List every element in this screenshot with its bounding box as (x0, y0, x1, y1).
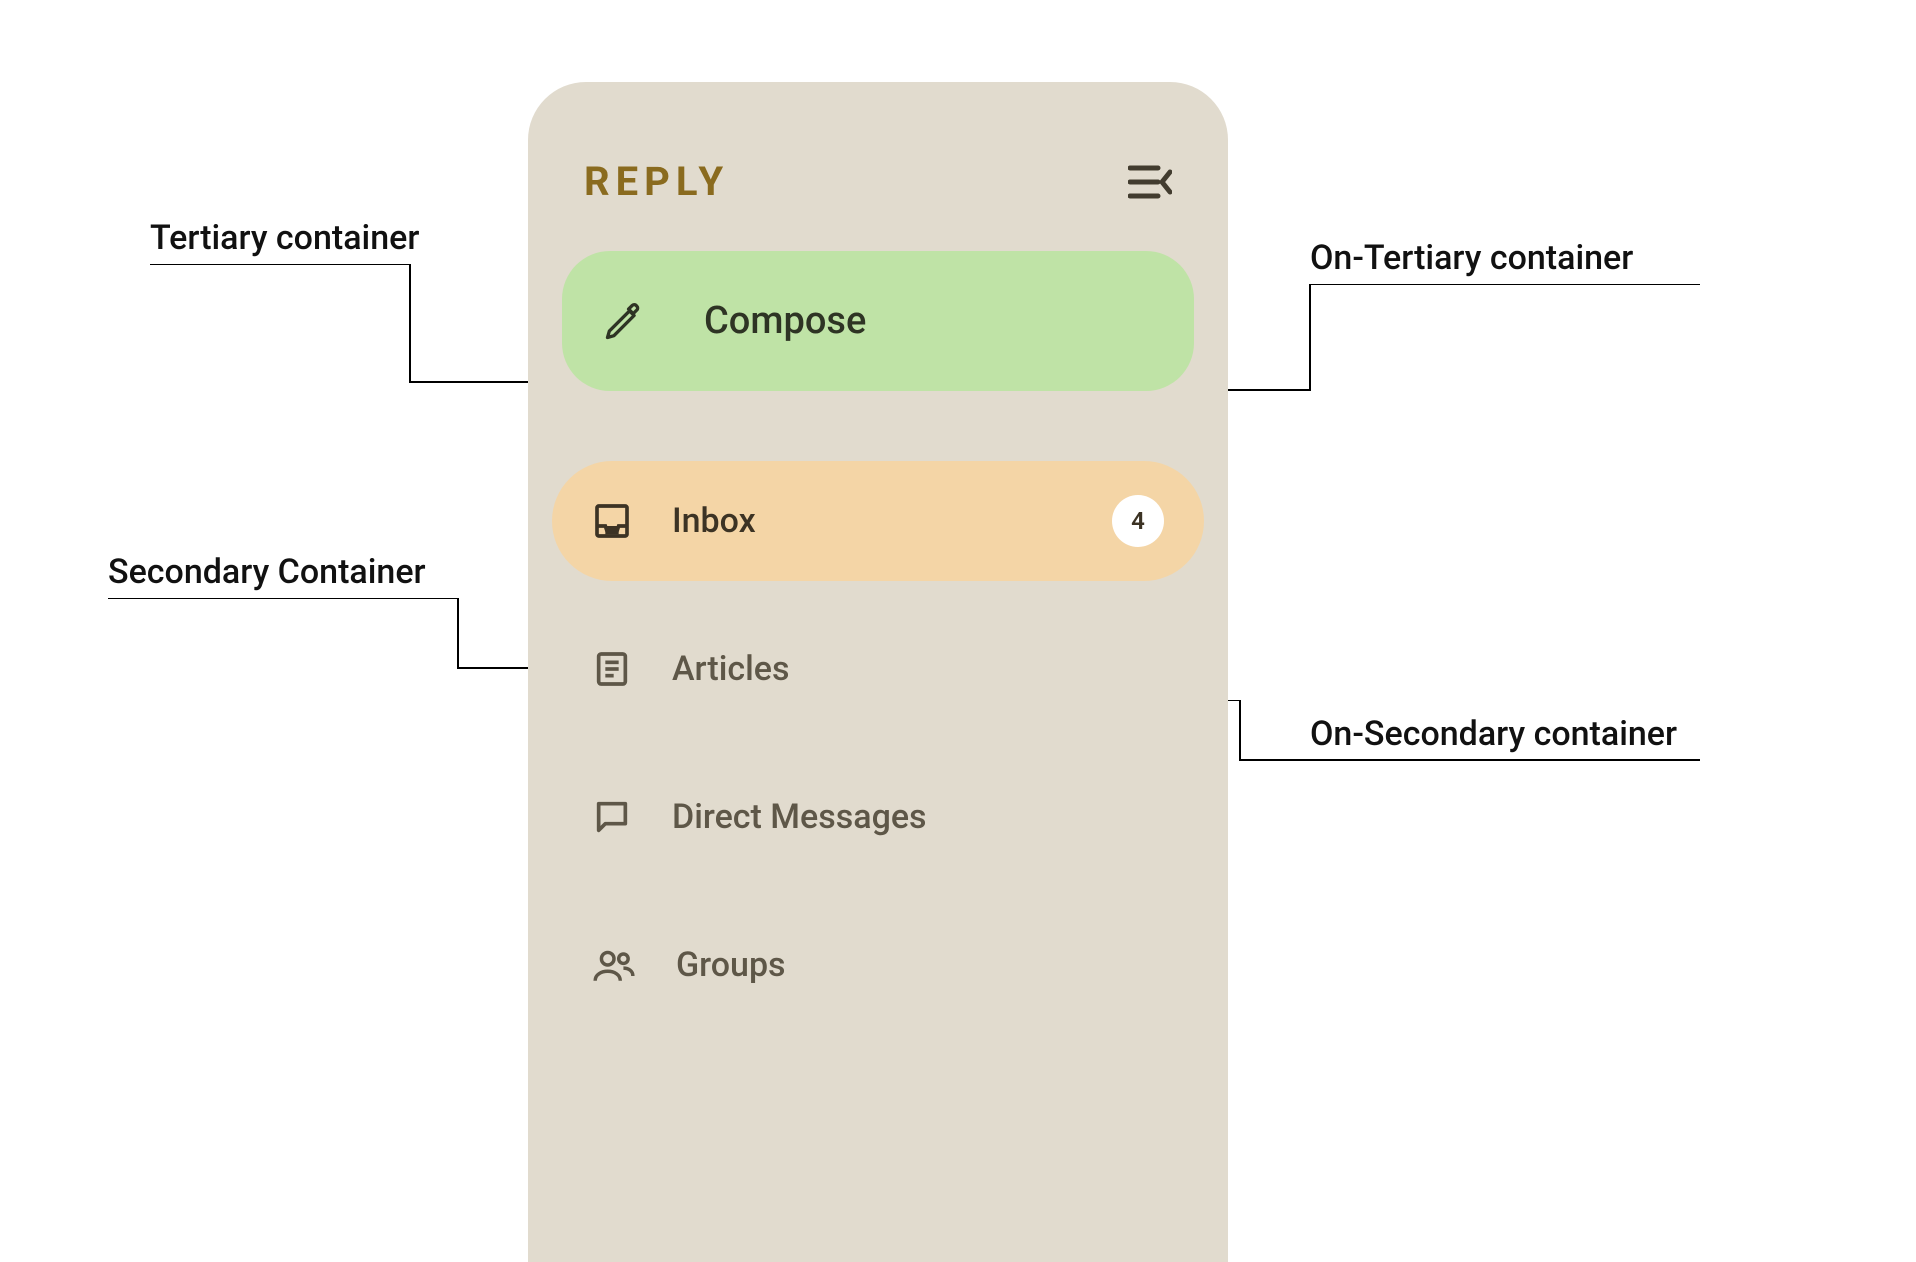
article-icon (592, 649, 632, 689)
nav-item-label: Groups (676, 945, 1164, 985)
drawer-header: REPLY (552, 118, 1204, 235)
pencil-icon (602, 299, 646, 343)
navigation-drawer: REPLY Compose (528, 82, 1228, 1262)
menu-collapse-icon[interactable] (1128, 164, 1172, 200)
groups-icon (592, 945, 636, 985)
callout-on-secondary: On-Secondary container (1310, 714, 1677, 754)
nav-item-inbox[interactable]: Inbox 4 (552, 461, 1204, 581)
nav-item-label: Articles (672, 649, 1164, 689)
inbox-icon (592, 501, 632, 541)
callout-line-secondary (108, 598, 598, 688)
nav-item-label: Direct Messages (672, 797, 1164, 837)
nav-item-label: Inbox (672, 501, 1072, 541)
compose-label: Compose (704, 299, 866, 343)
nav-list: Inbox 4 Articles (552, 461, 1204, 1025)
inbox-badge: 4 (1112, 495, 1164, 547)
callout-tertiary: Tertiary container (150, 218, 419, 258)
brand-label: REPLY (584, 158, 729, 205)
chat-icon (592, 797, 632, 837)
nav-item-articles[interactable]: Articles (552, 609, 1204, 729)
callout-secondary: Secondary Container (108, 552, 426, 592)
compose-button[interactable]: Compose (562, 251, 1194, 391)
callout-line-tertiary (150, 264, 580, 404)
nav-item-direct-messages[interactable]: Direct Messages (552, 757, 1204, 877)
callout-on-tertiary: On-Tertiary container (1310, 238, 1633, 278)
nav-item-groups[interactable]: Groups (552, 905, 1204, 1025)
